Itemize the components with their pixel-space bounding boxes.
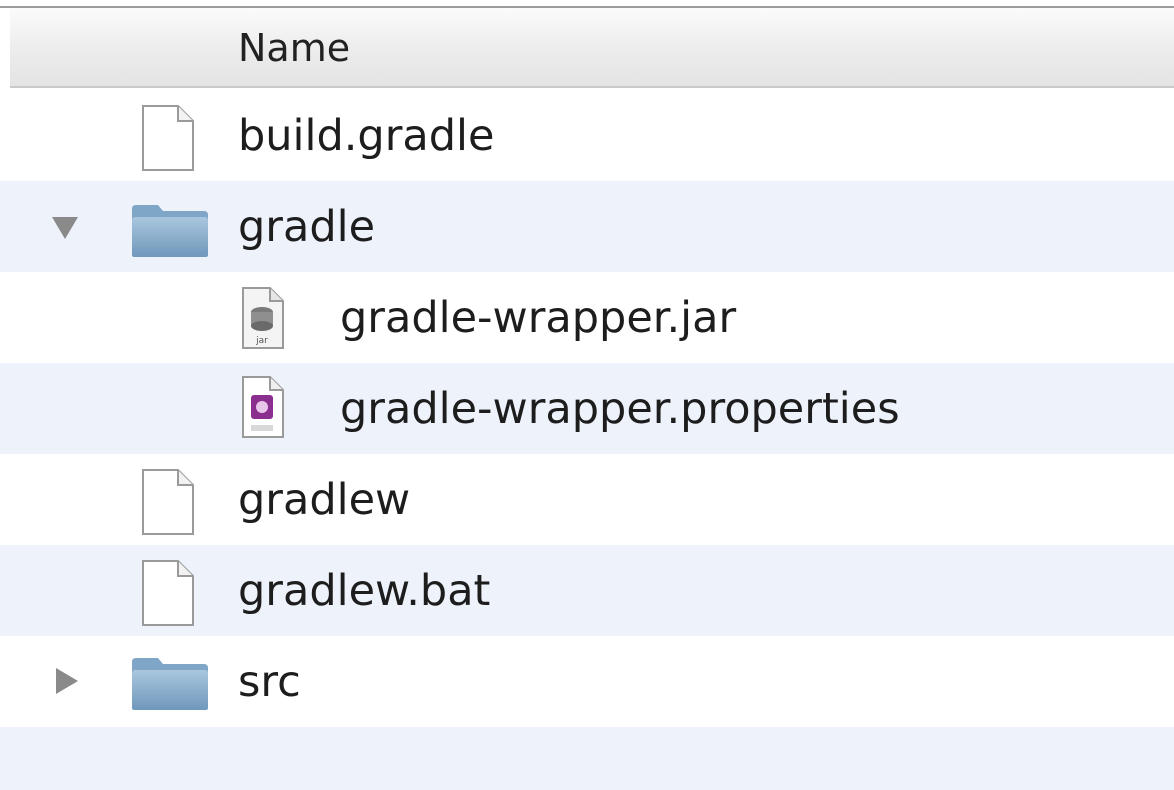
folder-name: gradle (238, 202, 376, 252)
jar-file-icon: jar (242, 287, 284, 349)
list-item[interactable]: build.gradle (0, 90, 1174, 181)
properties-file-icon (242, 376, 284, 438)
folder-name: src (238, 657, 301, 707)
empty-row (0, 727, 1174, 790)
list-item[interactable]: jar gradle-wrapper.jar (0, 272, 1174, 363)
file-name: build.gradle (238, 111, 495, 161)
disclosure-collapsed-icon[interactable] (52, 666, 82, 696)
column-header[interactable]: Name (10, 8, 1174, 88)
list-item[interactable]: src (0, 636, 1174, 727)
document-icon (142, 469, 194, 535)
file-name: gradlew (238, 475, 411, 525)
svg-text:jar: jar (255, 336, 268, 346)
disclosure-expanded-icon[interactable] (50, 213, 80, 243)
list-item[interactable]: gradle (0, 181, 1174, 272)
file-name: gradlew.bat (238, 566, 491, 616)
folder-icon (132, 205, 208, 257)
document-icon (142, 560, 194, 626)
list-item[interactable]: gradle-wrapper.properties (0, 363, 1174, 454)
document-icon (142, 105, 194, 171)
folder-icon (132, 658, 208, 710)
file-list-window: Name build.gradle gradle jar gradle-wrap… (0, 0, 1174, 790)
window-top-edge (0, 0, 1174, 8)
list-item[interactable]: gradlew (0, 454, 1174, 545)
list-item[interactable]: gradlew.bat (0, 545, 1174, 636)
file-name: gradle-wrapper.jar (340, 293, 737, 343)
name-column-header[interactable]: Name (238, 22, 350, 74)
file-name: gradle-wrapper.properties (340, 384, 900, 434)
